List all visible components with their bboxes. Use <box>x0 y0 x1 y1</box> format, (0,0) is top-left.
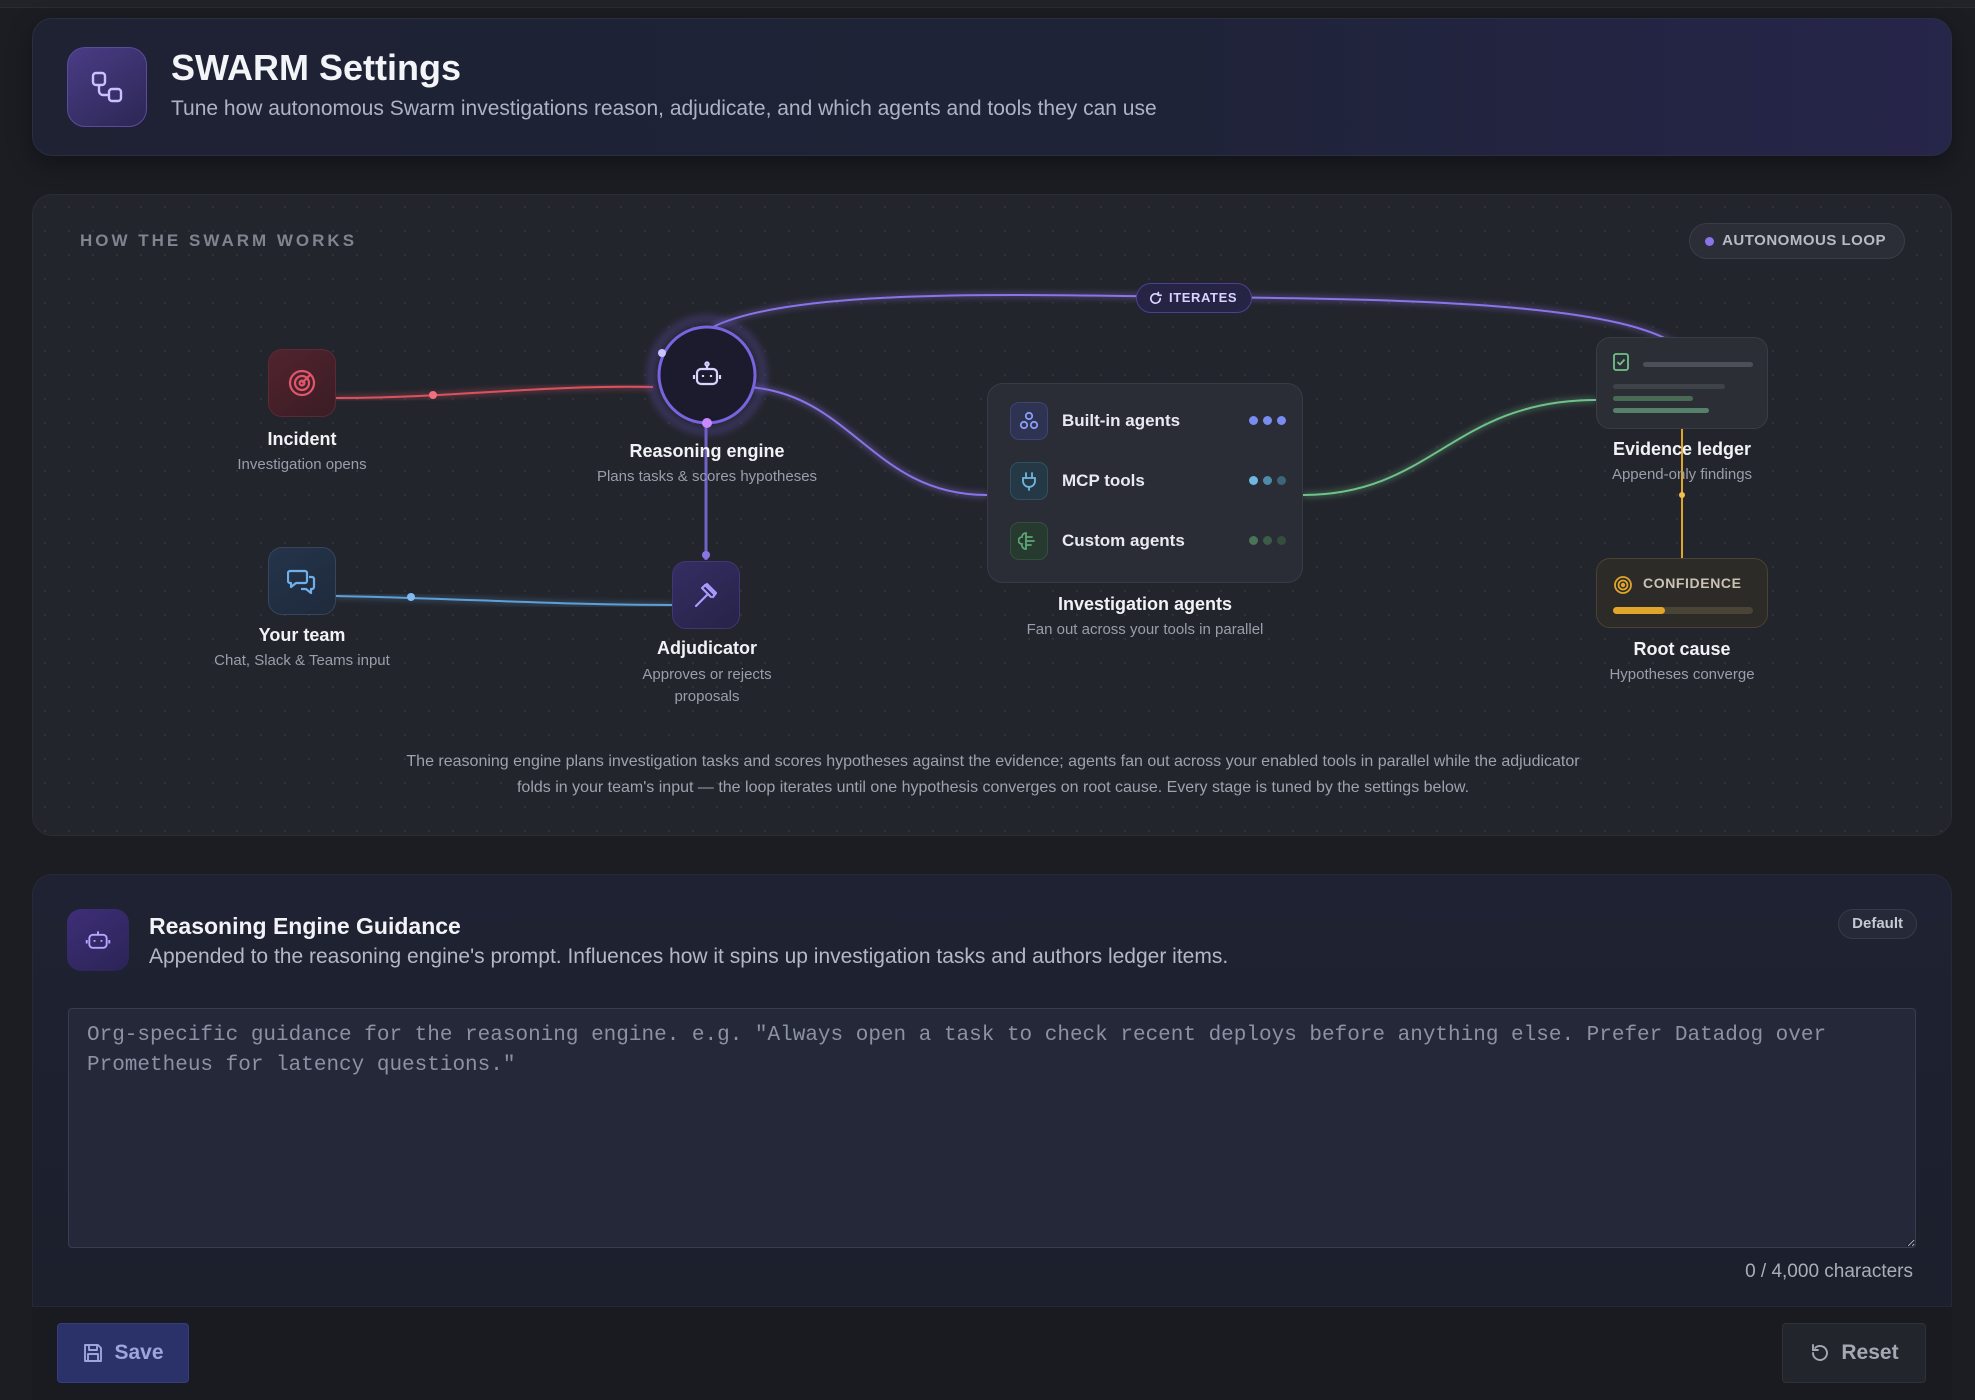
reset-icon <box>1812 1344 1829 1361</box>
root-cause-node: CONFIDENCE <box>1596 558 1768 628</box>
default-badge: Default <box>1838 909 1917 939</box>
page-subtitle: Tune how autonomous Swarm investigations… <box>171 97 1157 120</box>
network-icon <box>1010 402 1048 440</box>
investigation-agents-title: Investigation agents <box>1057 594 1233 614</box>
agent-label-built-in: Built-in agents <box>1062 411 1181 430</box>
ledger-line <box>1613 396 1693 401</box>
ledger-line <box>1613 408 1709 413</box>
plug-icon <box>1010 462 1048 500</box>
checklist-icon <box>1613 353 1629 371</box>
swarm-diagram: HOW THE SWARM WORKS AUTONOMOUS LOOP Inci… <box>32 194 1952 836</box>
agent-label-mcp: MCP tools <box>1062 471 1145 490</box>
target-icon <box>1614 576 1632 594</box>
iterates-label: ITERATES <box>1169 290 1238 305</box>
reasoning-engine-title: Reasoning engine <box>629 441 785 461</box>
team-subtitle: Chat, Slack & Teams input <box>214 652 390 669</box>
adjudicator-pulse <box>702 551 710 559</box>
investigation-agents-subtitle: Fan out across your tools in parallel <box>1026 621 1264 638</box>
adjudicator-subtitle: Approves or rejects proposals <box>642 666 772 705</box>
bot-icon <box>67 909 129 971</box>
reasoning-orbit-dot <box>658 349 666 357</box>
guidance-subtitle: Appended to the reasoning engine's promp… <box>149 945 1229 968</box>
guidance-title: Reasoning Engine Guidance <box>149 913 461 939</box>
reset-button[interactable]: Reset <box>1782 1323 1926 1383</box>
character-count: 0 / 4,000 characters <box>1745 1261 1913 1282</box>
evidence-ledger-node <box>1596 337 1768 429</box>
ledger-line <box>1643 362 1753 367</box>
diagram-description: The reasoning engine plans investigation… <box>406 753 1580 796</box>
brain-icon <box>1010 522 1048 560</box>
agent-activity-dots <box>1249 476 1286 485</box>
page-title: SWARM Settings <box>171 47 462 88</box>
confidence-bar <box>1613 607 1753 614</box>
reasoning-engine-subtitle: Plans tasks & scores hypotheses <box>596 468 818 485</box>
adjudicator-node <box>672 561 740 629</box>
window-top-edge <box>0 0 1975 8</box>
team-title: Your team <box>258 625 346 645</box>
guidance-textarea[interactable] <box>68 1008 1916 1248</box>
target-icon <box>288 369 316 397</box>
confidence-label: CONFIDENCE <box>1643 575 1742 591</box>
confidence-pulse <box>1679 492 1685 498</box>
settings-header: SWARM Settings Tune how autonomous Swarm… <box>32 18 1952 156</box>
bot-icon <box>692 361 722 386</box>
agent-row-custom: Custom agents <box>1010 522 1286 562</box>
investigation-agents-node: Built-in agents MCP tools Custom agents <box>987 383 1303 583</box>
save-label: Save <box>114 1341 164 1364</box>
iterates-badge: ITERATES <box>1136 283 1253 313</box>
action-bar: Save Reset <box>32 1306 1952 1400</box>
root-cause-subtitle: Hypotheses converge <box>1609 666 1755 683</box>
incident-title: Incident <box>267 429 337 449</box>
evidence-ledger-subtitle: Append-only findings <box>1611 466 1753 483</box>
agent-row-built-in: Built-in agents <box>1010 402 1286 442</box>
team-pulse <box>407 593 415 601</box>
incident-pulse <box>429 391 437 399</box>
reset-label: Reset <box>1841 1341 1899 1364</box>
agent-row-mcp: MCP tools <box>1010 462 1286 502</box>
confidence-bar-fill <box>1613 607 1665 614</box>
workflow-icon <box>67 47 147 127</box>
reasoning-engine-node <box>673 341 741 409</box>
incident-subtitle: Investigation opens <box>237 456 367 473</box>
incident-node <box>268 349 336 417</box>
gavel-icon <box>694 582 718 608</box>
agent-label-custom: Custom agents <box>1062 531 1185 550</box>
floppy-disk-icon <box>84 1344 103 1362</box>
root-cause-title: Root cause <box>1633 639 1731 659</box>
agent-activity-dots <box>1249 416 1286 425</box>
reasoning-port-dot <box>702 418 712 428</box>
refresh-icon <box>1149 291 1162 305</box>
save-button[interactable]: Save <box>57 1323 189 1383</box>
agent-activity-dots <box>1249 536 1286 545</box>
reasoning-guidance-card: Reasoning Engine Guidance Appended to th… <box>32 874 1952 1314</box>
evidence-ledger-title: Evidence ledger <box>1612 439 1752 459</box>
ledger-line <box>1613 384 1725 389</box>
team-node <box>268 547 336 615</box>
adjudicator-title: Adjudicator <box>656 638 757 658</box>
chat-bubbles-icon <box>287 569 316 595</box>
